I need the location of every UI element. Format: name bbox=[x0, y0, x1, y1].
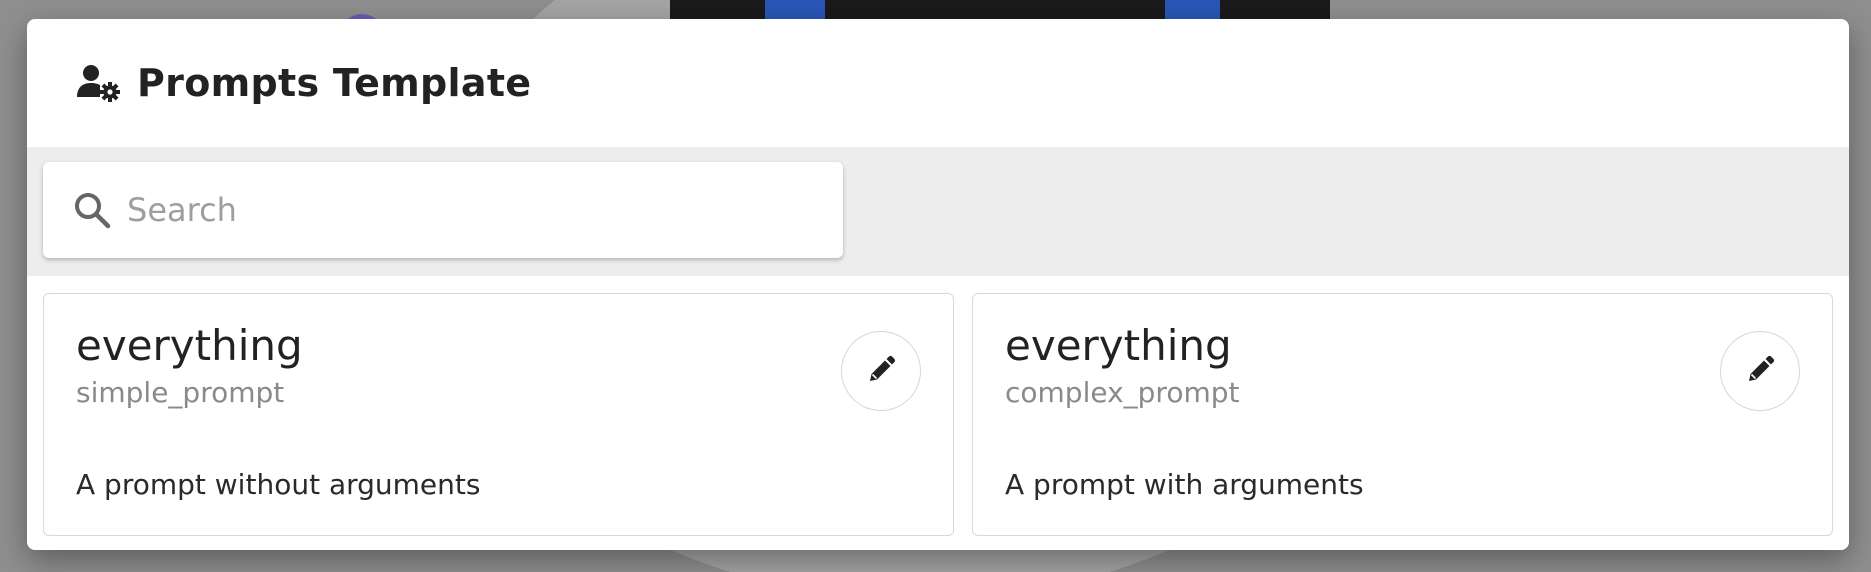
search-box[interactable] bbox=[43, 162, 843, 258]
card-description: A prompt with arguments bbox=[1005, 468, 1364, 501]
edit-prompt-button[interactable] bbox=[1720, 331, 1800, 411]
pencil-icon bbox=[1745, 355, 1775, 388]
card-prompt-name: simple_prompt bbox=[76, 376, 285, 410]
search-input[interactable] bbox=[127, 191, 727, 229]
prompts-template-dialog: Prompts Template everything simple_promp… bbox=[27, 19, 1849, 550]
prompt-card-list: everything simple_prompt A prompt withou… bbox=[27, 276, 1849, 536]
edit-prompt-button[interactable] bbox=[841, 331, 921, 411]
dialog-title: Prompts Template bbox=[137, 61, 532, 105]
user-gear-icon bbox=[77, 63, 121, 103]
pencil-icon bbox=[866, 355, 896, 388]
card-description: A prompt without arguments bbox=[76, 468, 481, 501]
card-server-name: everything bbox=[76, 321, 303, 370]
prompt-card-simple[interactable]: everything simple_prompt A prompt withou… bbox=[43, 293, 954, 536]
card-prompt-name: complex_prompt bbox=[1005, 376, 1240, 410]
prompt-card-complex[interactable]: everything complex_prompt A prompt with … bbox=[972, 293, 1833, 536]
card-server-name: everything bbox=[1005, 321, 1232, 370]
dialog-header: Prompts Template bbox=[27, 19, 1849, 147]
search-bar-area bbox=[27, 147, 1849, 276]
search-icon bbox=[73, 191, 111, 229]
